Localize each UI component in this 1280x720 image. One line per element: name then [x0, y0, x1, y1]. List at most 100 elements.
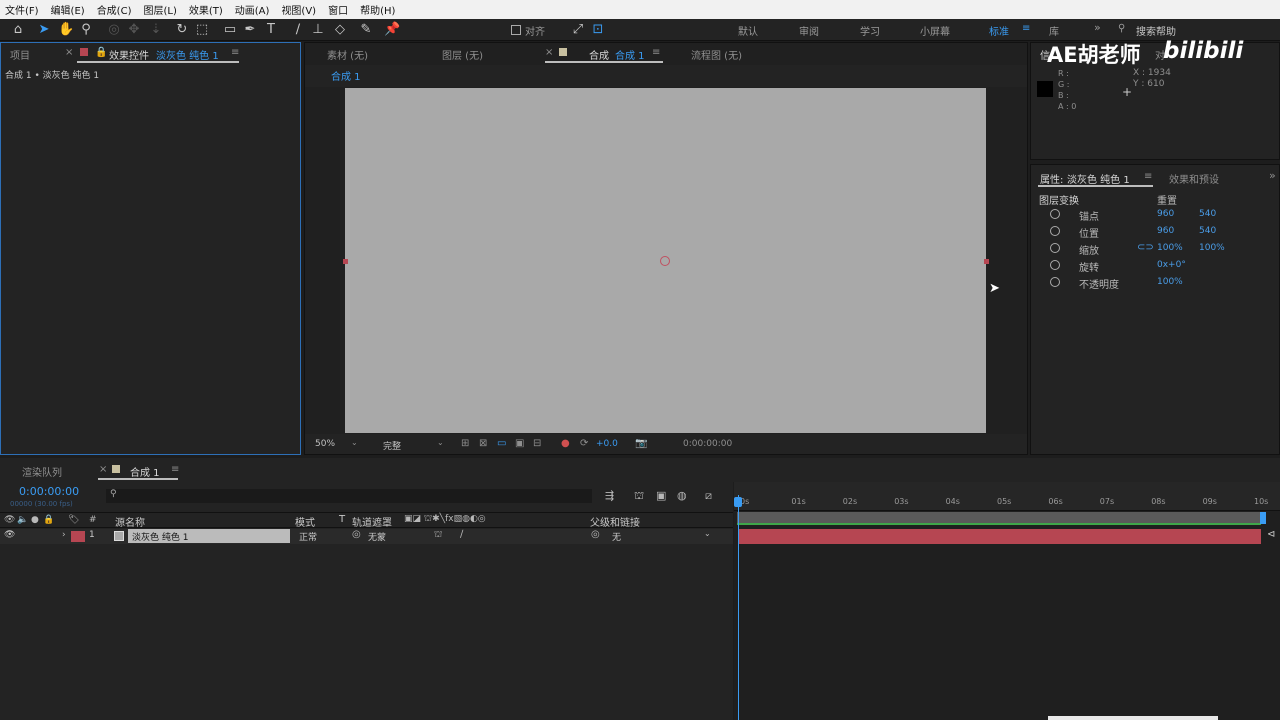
playhead-handle[interactable] — [734, 497, 742, 507]
position-stopwatch-icon[interactable] — [1050, 226, 1060, 236]
layer-shy-switch-icon[interactable]: ⛫ — [434, 530, 442, 541]
lock-column-icon[interactable]: 🔒 — [43, 515, 54, 525]
tab-properties-label[interactable]: 属性: — [1040, 171, 1063, 186]
position-y[interactable]: 540 — [1199, 226, 1216, 236]
label-column-icon[interactable]: 🏷 — [68, 515, 79, 525]
frame-blend-icon[interactable]: ▣ — [656, 489, 666, 502]
tab-comp-label[interactable]: 合成 — [589, 47, 609, 62]
layer-expand-chevron-icon[interactable]: › — [62, 530, 66, 540]
position-x[interactable]: 960 — [1157, 226, 1174, 236]
properties-menu-icon[interactable]: ≡ — [1144, 171, 1152, 182]
lock-icon[interactable]: 🔒 — [95, 47, 107, 58]
anchor-x[interactable]: 960 — [1157, 209, 1174, 219]
opacity-value[interactable]: 100% — [1157, 277, 1183, 287]
home-icon[interactable]: ⌂ — [10, 22, 26, 38]
orbit-tool-icon[interactable]: ◎ — [106, 22, 122, 38]
layer-quality-switch-icon[interactable]: ∕ — [460, 529, 463, 540]
layer-out-point-icon[interactable]: ⊲ — [1267, 529, 1275, 540]
tab-effects-presets[interactable]: 效果和预设 — [1169, 171, 1219, 186]
tab-flowchart[interactable]: 流程图 (无) — [691, 47, 742, 62]
shy-layers-icon[interactable]: ⛫ — [634, 489, 644, 504]
clone-stamp-tool-icon[interactable]: ⊥ — [310, 22, 326, 38]
snap-icon[interactable]: ⤢ — [570, 22, 586, 38]
link-icon[interactable]: ⊂⊃ — [1137, 242, 1154, 253]
selection-tool-icon[interactable]: ➤ — [36, 22, 52, 38]
workspace-standard[interactable]: 标准 — [989, 23, 1009, 38]
anchor-point-icon[interactable] — [660, 256, 670, 266]
tab-timeline-comp[interactable]: 合成 1 — [130, 464, 160, 479]
rotate-tool-icon[interactable]: ↻ — [174, 22, 190, 38]
workspace-libraries[interactable]: 库 — [1049, 23, 1059, 38]
scale-x[interactable]: 100% — [1157, 243, 1183, 253]
menu-file[interactable]: 文件(F) — [5, 2, 39, 17]
workspace-review[interactable]: 审阅 — [799, 23, 819, 38]
monitor-icon[interactable]: ⊟ — [533, 438, 541, 449]
menu-effect[interactable]: 效果(T) — [189, 2, 223, 17]
comp-panel-menu-icon[interactable]: ≡ — [652, 47, 660, 58]
quality-chevron-down-icon[interactable]: ⌄ — [437, 438, 444, 447]
panel-menu-icon[interactable]: ≡ — [231, 47, 239, 58]
graph-editor-icon[interactable]: ⧄ — [705, 489, 712, 503]
snapshot-camera-icon[interactable]: 📷 — [635, 438, 647, 449]
layer-name[interactable]: 淡灰色 纯色 1 — [132, 530, 188, 543]
layer-visibility-eye-icon[interactable]: 👁 — [4, 530, 15, 540]
hand-tool-icon[interactable]: ✋ — [58, 22, 74, 38]
mask-visibility-icon[interactable]: ▭ — [497, 438, 506, 449]
tab-footage[interactable]: 素材 (无) — [327, 47, 368, 62]
timeline-timecode[interactable]: 0:00:00:00 — [19, 485, 79, 498]
viewer-timecode[interactable]: 0:00:00:00 — [683, 439, 732, 449]
scale-y[interactable]: 100% — [1199, 243, 1225, 253]
tab-properties-layer[interactable]: 淡灰色 纯色 1 — [1067, 171, 1130, 186]
parent-link-header[interactable]: 父级和链接 — [590, 514, 640, 529]
more-workspaces-icon[interactable]: » — [1094, 21, 1101, 34]
layer-mode-select[interactable]: 正常 — [299, 530, 317, 543]
dolly-tool-icon[interactable]: ⇣ — [148, 22, 164, 38]
workspace-learn[interactable]: 学习 — [860, 23, 880, 38]
close-tab-icon[interactable]: × — [65, 47, 73, 58]
visibility-column-icon[interactable]: 👁 — [4, 515, 15, 525]
align-checkbox[interactable] — [511, 25, 521, 35]
scale-stopwatch-icon[interactable] — [1050, 243, 1060, 253]
more-panels-icon[interactable]: » — [1269, 169, 1276, 182]
guides-icon[interactable]: ▣ — [515, 438, 524, 449]
rotation-value[interactable]: 0x+0° — [1157, 260, 1186, 270]
solo-column-icon[interactable]: ● — [31, 515, 39, 525]
layer-track-matte-select[interactable]: 无蒙 — [368, 530, 386, 543]
zoom-tool-icon[interactable]: ⚲ — [78, 22, 94, 38]
search-icon[interactable]: ⚲ — [1118, 23, 1125, 34]
tab-render-queue[interactable]: 渲染队列 — [22, 464, 62, 479]
track-matte-header[interactable]: 轨道遮罩 — [352, 514, 392, 529]
layer-label-color[interactable] — [71, 531, 85, 542]
mode-header[interactable]: 模式 — [295, 514, 315, 529]
right-handle[interactable] — [984, 259, 989, 264]
table-row[interactable] — [0, 529, 733, 544]
matte-pickwhip-icon[interactable]: ◎ — [352, 529, 361, 540]
menu-edit[interactable]: 编辑(E) — [51, 2, 85, 17]
layer-duration-bar[interactable] — [739, 529, 1261, 544]
menu-view[interactable]: 视图(V) — [281, 2, 316, 17]
tab-project[interactable]: 项目 — [10, 47, 30, 62]
channel-icon[interactable]: ● — [561, 438, 570, 449]
layer-parent-select[interactable]: 无 — [612, 530, 621, 543]
quality-select[interactable]: 完整 — [383, 439, 401, 452]
workspace-small-screen[interactable]: 小屏幕 — [920, 23, 950, 38]
current-time-indicator[interactable] — [738, 495, 739, 720]
motion-blur-icon[interactable]: ◍ — [677, 489, 687, 502]
close-timeline-tab-icon[interactable]: × — [99, 464, 107, 475]
roto-brush-tool-icon[interactable]: ✎ — [358, 22, 374, 38]
parent-pickwhip-icon[interactable]: ◎ — [591, 529, 600, 540]
workspace-menu-icon[interactable]: ≡ — [1022, 23, 1030, 34]
layer-search-input[interactable] — [106, 489, 592, 503]
menu-layer[interactable]: 图层(L) — [143, 2, 176, 17]
menu-composition[interactable]: 合成(C) — [97, 2, 132, 17]
left-handle[interactable] — [343, 259, 348, 264]
exposure-value[interactable]: +0.0 — [596, 439, 618, 449]
region-of-interest-icon[interactable]: ⊞ — [461, 438, 469, 449]
comp-flow-icon[interactable]: ⇶ — [605, 489, 614, 502]
puppet-pin-tool-icon[interactable]: 📌 — [384, 22, 400, 38]
rectangle-tool-icon[interactable]: ▭ — [222, 22, 238, 38]
snap-grid-icon[interactable]: ⊡ — [590, 22, 606, 38]
brush-tool-icon[interactable]: ∕ — [290, 22, 306, 38]
menu-help[interactable]: 帮助(H) — [360, 2, 395, 17]
text-tool-icon[interactable]: T — [263, 22, 279, 38]
